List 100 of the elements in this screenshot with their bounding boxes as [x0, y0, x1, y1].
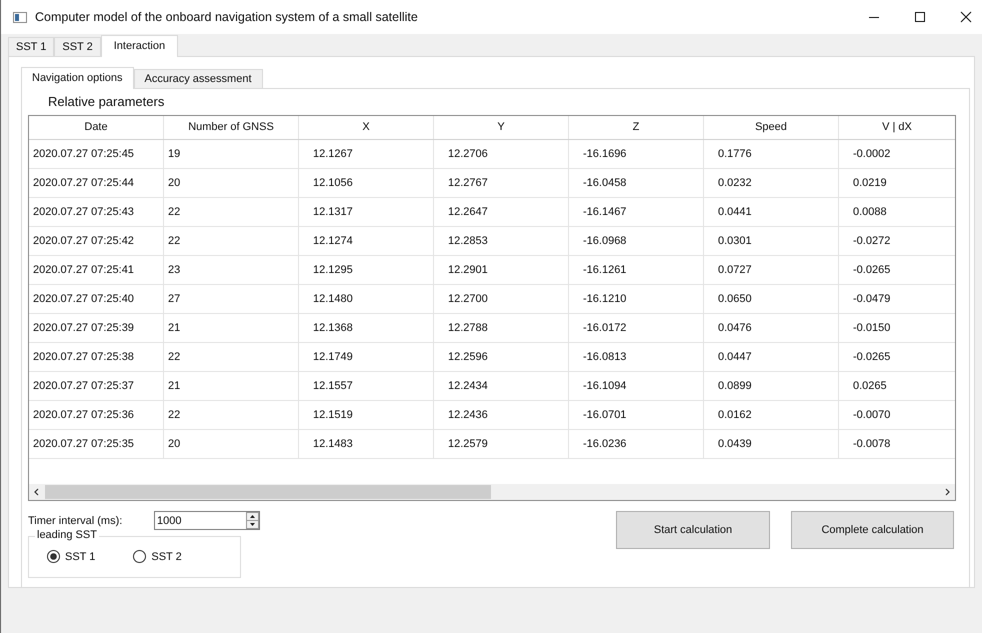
- table-cell: 12.1274: [299, 227, 434, 255]
- table-cell: 2020.07.27 07:25:40: [29, 285, 164, 313]
- window-title: Computer model of the onboard navigation system of a small satellite: [35, 10, 418, 24]
- table-cell-text: -0.0265: [852, 350, 892, 365]
- scroll-thumb[interactable]: [45, 485, 491, 499]
- table-cell: 12.2767: [434, 169, 569, 197]
- table-cell: 12.2700: [434, 285, 569, 313]
- column-header[interactable]: Speed: [704, 116, 839, 139]
- section-title: Relative parameters: [48, 93, 166, 111]
- column-header[interactable]: Number of GNSS: [164, 116, 299, 139]
- table-cell: 0.0447: [704, 343, 839, 371]
- scroll-left-icon[interactable]: [33, 488, 41, 496]
- table-cell: 12.2647: [434, 198, 569, 226]
- table-cell: 12.2853: [434, 227, 569, 255]
- table-cell: 0.0650: [704, 285, 839, 313]
- table-cell: 12.1749: [299, 343, 434, 371]
- table-cell: -16.1261: [569, 256, 704, 284]
- tab[interactable]: SST 1: [8, 37, 54, 56]
- table-cell: 12.1557: [299, 372, 434, 400]
- table-cell: -16.1696: [569, 140, 704, 168]
- table-cell-text: -0.0479: [852, 292, 892, 307]
- tab[interactable]: Navigation options: [21, 67, 134, 89]
- column-header[interactable]: X: [299, 116, 434, 139]
- table-cell: 12.1267: [299, 140, 434, 168]
- radio-icon[interactable]: [47, 550, 60, 563]
- action-button[interactable]: Complete calculation: [791, 511, 954, 549]
- table-cell: -16.1094: [569, 372, 704, 400]
- timer-spinbox[interactable]: 1000: [154, 511, 260, 530]
- table-cell: 2020.07.27 07:25:41: [29, 256, 164, 284]
- tab[interactable]: SST 2: [54, 37, 101, 56]
- table-cell-text: -0.0070: [852, 408, 892, 423]
- table-cell-text: -0.0078: [852, 437, 892, 452]
- table-cell-text: 0.0088: [852, 205, 888, 220]
- table-cell: 12.1295: [299, 256, 434, 284]
- table-cell: 22: [164, 227, 299, 255]
- table-cell: -16.1467: [569, 198, 704, 226]
- table-cell: 2020.07.27 07:25:36: [29, 401, 164, 429]
- tab[interactable]: Accuracy assessment: [134, 69, 262, 88]
- table-cell: 12.1056: [299, 169, 434, 197]
- group-title: leading SST: [35, 529, 99, 541]
- timer-label: Timer interval (ms):: [28, 514, 124, 526]
- table-cell: 22: [164, 401, 299, 429]
- table-cell-text: 0.0219: [852, 176, 888, 191]
- table-cell-text: -0.0272: [852, 234, 892, 249]
- table-cell: 2020.07.27 07:25:44: [29, 169, 164, 197]
- column-header[interactable]: Z: [569, 116, 704, 139]
- action-button[interactable]: Start calculation: [616, 511, 770, 549]
- table-cell-text: -0.0002: [852, 147, 892, 162]
- table-cell: -16.1210: [569, 285, 704, 313]
- table-cell-text: -0.0150: [852, 321, 892, 336]
- table-cell: 12.2901: [434, 256, 569, 284]
- table-cell: 12.2579: [434, 430, 569, 458]
- table-cell: -16.0236: [569, 430, 704, 458]
- table-cell-text: -0.0265: [852, 263, 892, 278]
- table-cell: 12.2706: [434, 140, 569, 168]
- radio-option[interactable]: SST 2: [133, 550, 182, 563]
- table-cell: 0.0476: [704, 314, 839, 342]
- column-header[interactable]: V | dX: [839, 116, 955, 139]
- table-cell: 21: [164, 372, 299, 400]
- table-cell: -16.0701: [569, 401, 704, 429]
- table-cell: 12.1480: [299, 285, 434, 313]
- table-cell: 2020.07.27 07:25:38: [29, 343, 164, 371]
- table-cell: 2020.07.27 07:25:35: [29, 430, 164, 458]
- table-cell: -16.0172: [569, 314, 704, 342]
- table-cell: 0.0727: [704, 256, 839, 284]
- spin-arrows-icon[interactable]: [246, 512, 259, 529]
- table-cell: 22: [164, 343, 299, 371]
- horizontal-scrollbar[interactable]: [29, 484, 955, 500]
- table-cell: -16.0968: [569, 227, 704, 255]
- table-cell: 22: [164, 198, 299, 226]
- table-cell: 12.2788: [434, 314, 569, 342]
- table-cell: 21: [164, 314, 299, 342]
- table-cell: 12.2434: [434, 372, 569, 400]
- radio-icon[interactable]: [133, 550, 146, 563]
- table-cell: -16.0813: [569, 343, 704, 371]
- table-cell: 20: [164, 169, 299, 197]
- table-cell: 2020.07.27 07:25:39: [29, 314, 164, 342]
- radio-option[interactable]: SST 1: [47, 550, 96, 563]
- close-icon[interactable]: [960, 11, 972, 23]
- table-cell: 2020.07.27 07:25:42: [29, 227, 164, 255]
- table-cell: 0.1776: [704, 140, 839, 168]
- table-cell: 23: [164, 256, 299, 284]
- table-cell: 19: [164, 140, 299, 168]
- scroll-right-icon[interactable]: [943, 488, 951, 496]
- table-cell: 20: [164, 430, 299, 458]
- table-cell: 0.0439: [704, 430, 839, 458]
- maximize-icon[interactable]: [914, 11, 926, 23]
- table-cell: 0.0232: [704, 169, 839, 197]
- table-cell-text: 0.0265: [852, 379, 888, 394]
- table-cell: 12.1519: [299, 401, 434, 429]
- column-header[interactable]: Y: [434, 116, 569, 139]
- table-cell: 12.2596: [434, 343, 569, 371]
- table-cell: 12.1483: [299, 430, 434, 458]
- table-cell: 2020.07.27 07:25:43: [29, 198, 164, 226]
- table-cell: 12.1368: [299, 314, 434, 342]
- column-header[interactable]: Date: [29, 116, 164, 139]
- table-cell: 12.2436: [434, 401, 569, 429]
- tab[interactable]: Interaction: [100, 35, 178, 57]
- table-cell: 12.1317: [299, 198, 434, 226]
- app-icon: [13, 12, 27, 22]
